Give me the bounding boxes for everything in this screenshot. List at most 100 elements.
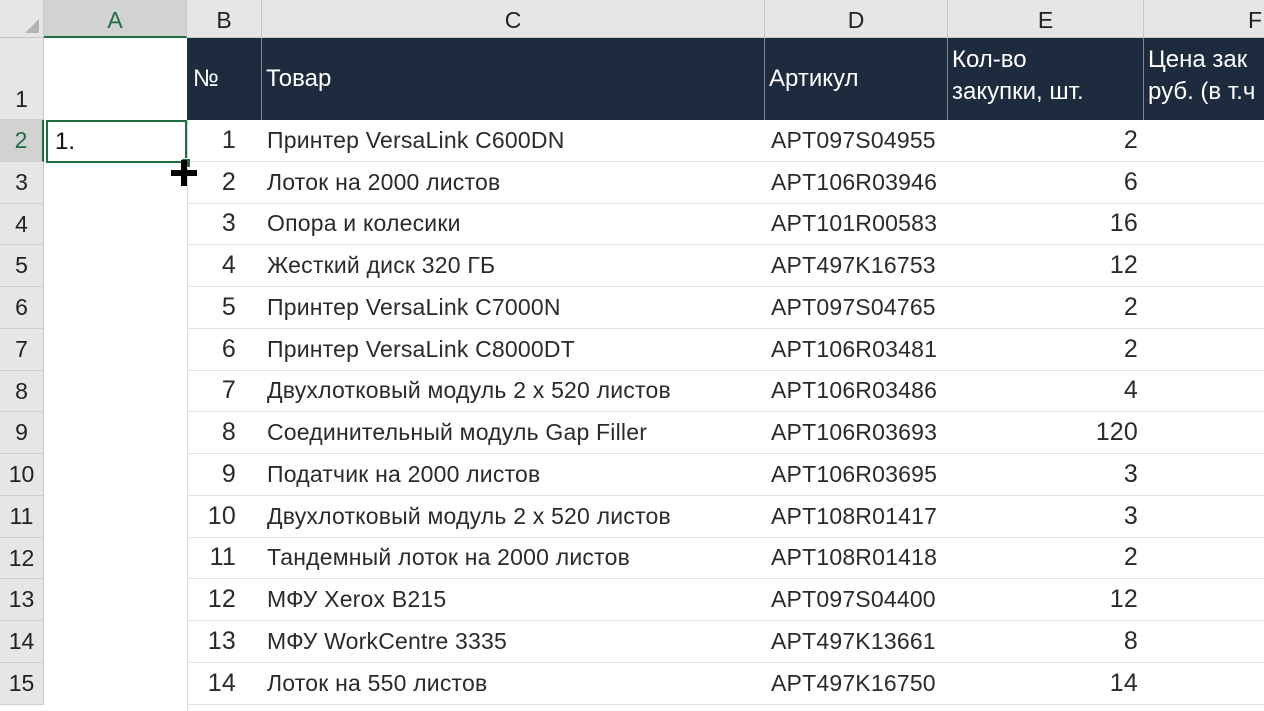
cell-quantity[interactable]: 14	[948, 663, 1138, 704]
row-header-7[interactable]: 7	[0, 328, 44, 371]
spreadsheet-grid[interactable]: A B C D E F 1 2 3 4 5 6 7 8 9 10 11 12 13 14 15 № Тов…	[0, 0, 1264, 711]
row-header-4[interactable]: 4	[0, 203, 44, 246]
cell-number[interactable]: 7	[187, 371, 236, 412]
cell-quantity[interactable]: 2	[948, 120, 1138, 161]
column-header-c[interactable]: C	[262, 0, 765, 38]
cell-price[interactable]	[1144, 204, 1264, 245]
cell-quantity[interactable]: 120	[948, 412, 1138, 453]
table-row: 4 Жесткий диск 320 ГБ APT497K16753 12	[187, 245, 1264, 287]
cell-price[interactable]	[1144, 538, 1264, 579]
active-cell-a2[interactable]: 1.	[46, 120, 187, 163]
cell-product[interactable]: Податчик на 2000 листов	[267, 454, 762, 495]
cell-price[interactable]	[1144, 162, 1264, 203]
cell-article[interactable]: APT497K16753	[771, 245, 949, 286]
cell-quantity[interactable]: 16	[948, 204, 1138, 245]
cell-article[interactable]: APT097S04400	[771, 579, 949, 620]
cell-article[interactable]: APT097S04765	[771, 287, 949, 328]
cell-product[interactable]: Тандемный лоток на 2000 листов	[267, 538, 762, 579]
cell-number[interactable]: 9	[187, 454, 236, 495]
cell-quantity[interactable]: 4	[948, 371, 1138, 412]
cell-price[interactable]	[1144, 579, 1264, 620]
column-header-e[interactable]: E	[948, 0, 1144, 38]
cell-quantity[interactable]: 3	[948, 496, 1138, 537]
cell-product[interactable]: Соединительный модуль Gap Filler	[267, 412, 762, 453]
cell-article[interactable]: APT106R03486	[771, 371, 949, 412]
cell-number[interactable]: 4	[187, 245, 236, 286]
cell-product[interactable]: МФУ WorkCentre 3335	[267, 621, 762, 662]
row-header-2[interactable]: 2	[0, 120, 44, 162]
cell-article[interactable]: APT097S04955	[771, 120, 949, 161]
row-header-11[interactable]: 11	[0, 495, 44, 538]
header-product[interactable]: Товар	[262, 38, 765, 120]
cell-article[interactable]: APT108R01417	[771, 496, 949, 537]
cell-number[interactable]: 11	[187, 538, 236, 579]
cell-quantity[interactable]: 12	[948, 245, 1138, 286]
cell-number[interactable]: 8	[187, 412, 236, 453]
column-header-b[interactable]: B	[187, 0, 262, 38]
cell-number[interactable]: 3	[187, 204, 236, 245]
cell-price[interactable]	[1144, 371, 1264, 412]
cell-number[interactable]: 1	[187, 120, 236, 161]
row-header-1[interactable]: 1	[0, 38, 44, 120]
row-header-10[interactable]: 10	[0, 454, 44, 496]
row-header-13[interactable]: 13	[0, 579, 44, 621]
cell-product[interactable]: Жесткий диск 320 ГБ	[267, 245, 762, 286]
row-header-14[interactable]: 14	[0, 621, 44, 663]
cell-number[interactable]: 12	[187, 579, 236, 620]
cell-article[interactable]: APT106R03693	[771, 412, 949, 453]
row-header-3[interactable]: 3	[0, 161, 44, 204]
cell-article[interactable]: APT101R00583	[771, 204, 949, 245]
cell-product[interactable]: Опора и колесики	[267, 204, 762, 245]
row-header-15[interactable]: 15	[0, 662, 44, 705]
select-all-button[interactable]	[0, 0, 44, 38]
cell-number[interactable]: 14	[187, 663, 236, 704]
cell-product[interactable]: Принтер VersaLink C600DN	[267, 120, 762, 161]
cell-number[interactable]: 10	[187, 496, 236, 537]
cell-article[interactable]: APT106R03695	[771, 454, 949, 495]
cell-quantity[interactable]: 8	[948, 621, 1138, 662]
row-header-9[interactable]: 9	[0, 412, 44, 454]
cell-price[interactable]	[1144, 120, 1264, 161]
cell-number[interactable]: 6	[187, 329, 236, 370]
cell-product[interactable]: Принтер VersaLink C7000N	[267, 287, 762, 328]
cell-quantity[interactable]: 12	[948, 579, 1138, 620]
column-header-d[interactable]: D	[765, 0, 948, 38]
cell-article[interactable]: APT497K13661	[771, 621, 949, 662]
column-header-a[interactable]: A	[44, 0, 187, 38]
row-header-8[interactable]: 8	[0, 370, 44, 413]
header-price[interactable]: Цена зак руб. (в т.ч	[1144, 38, 1264, 120]
row-header-6[interactable]: 6	[0, 287, 44, 329]
cell-number[interactable]: 13	[187, 621, 236, 662]
cell-quantity[interactable]: 2	[948, 538, 1138, 579]
cell-product[interactable]: МФУ Xerox B215	[267, 579, 762, 620]
cell-product[interactable]: Двухлотковый модуль 2 х 520 листов	[267, 496, 762, 537]
header-quantity[interactable]: Кол-во закупки, шт.	[948, 38, 1144, 120]
cell-product[interactable]: Принтер VersaLink C8000DT	[267, 329, 762, 370]
cell-price[interactable]	[1144, 496, 1264, 537]
cell-article[interactable]: APT106R03481	[771, 329, 949, 370]
cell-product[interactable]: Лоток на 2000 листов	[267, 162, 762, 203]
table-row: 14 Лоток на 550 листов APT497K16750 14	[187, 663, 1264, 705]
cell-quantity[interactable]: 2	[948, 287, 1138, 328]
cell-price[interactable]	[1144, 412, 1264, 453]
cell-product[interactable]: Двухлотковый модуль 2 х 520 листов	[267, 371, 762, 412]
cell-price[interactable]	[1144, 663, 1264, 704]
cell-number[interactable]: 5	[187, 287, 236, 328]
cell-quantity[interactable]: 6	[948, 162, 1138, 203]
cell-price[interactable]	[1144, 329, 1264, 370]
column-header-f[interactable]: F	[1144, 0, 1264, 38]
cell-article[interactable]: APT106R03946	[771, 162, 949, 203]
cell-quantity[interactable]: 2	[948, 329, 1138, 370]
header-article[interactable]: Артикул	[765, 38, 948, 120]
cell-article[interactable]: APT497K16750	[771, 663, 949, 704]
cell-price[interactable]	[1144, 621, 1264, 662]
row-header-5[interactable]: 5	[0, 245, 44, 287]
header-number[interactable]: №	[187, 38, 262, 120]
cell-product[interactable]: Лоток на 550 листов	[267, 663, 762, 704]
cell-quantity[interactable]: 3	[948, 454, 1138, 495]
cell-article[interactable]: APT108R01418	[771, 538, 949, 579]
cell-price[interactable]	[1144, 454, 1264, 495]
cell-price[interactable]	[1144, 287, 1264, 328]
row-header-12[interactable]: 12	[0, 537, 44, 580]
cell-price[interactable]	[1144, 245, 1264, 286]
